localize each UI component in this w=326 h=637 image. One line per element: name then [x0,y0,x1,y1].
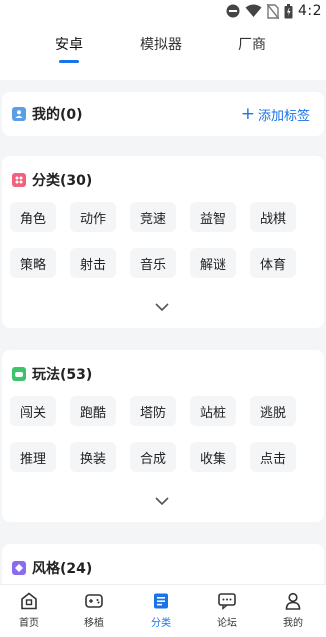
gameplay-chip[interactable]: 合成 [130,442,176,472]
tab-android[interactable]: 安卓 [39,34,99,54]
nav-home[interactable]: 首页 [4,591,54,629]
gameplay-section-icon [12,367,26,381]
add-tag-label: 添加标签 [257,108,310,124]
chevron-down-icon[interactable] [154,302,170,312]
category-chip[interactable]: 竞速 [130,202,176,232]
my-tags-card: 我的(0) + 添加标签 [2,92,324,136]
category-chip[interactable]: 音乐 [130,248,176,278]
status-bar: 4:2 [0,0,326,22]
category-chip[interactable]: 益智 [190,202,236,232]
category-chip[interactable]: 角色 [10,202,56,232]
profile-icon [285,592,301,610]
category-chip[interactable]: 射击 [70,248,116,278]
category-chip[interactable]: 战棋 [250,202,296,232]
gameplay-chip[interactable]: 收集 [190,442,236,472]
my-tags-title: 我的(0) [32,107,83,123]
gameplay-chip[interactable]: 逃脱 [250,396,296,426]
gameplay-chip[interactable]: 站桩 [190,396,236,426]
category-chip[interactable]: 动作 [70,202,116,232]
tab-emulator[interactable]: 模拟器 [131,34,191,54]
gameplay-chip[interactable]: 塔防 [130,396,176,426]
bottom-navigation: 首页 移植 分类 论坛 我的 [0,584,326,637]
status-time: 4:2 [297,3,322,19]
category-section-icon [12,173,26,187]
gameplay-chip[interactable]: 跑酷 [70,396,116,426]
wifi-icon [245,4,262,17]
active-tab-indicator [59,60,79,63]
gameplay-chip[interactable]: 换装 [70,442,116,472]
tab-manufacturer[interactable]: 厂商 [222,34,282,54]
category-icon [154,593,168,609]
category-chip[interactable]: 解谜 [190,248,236,278]
nav-forum[interactable]: 论坛 [202,591,252,629]
category-title: 分类(30) [32,173,93,189]
nav-port[interactable]: 移植 [69,591,119,629]
no-sim-icon [266,3,279,19]
chevron-down-icon[interactable] [154,496,170,506]
battery-icon [284,3,293,18]
gameplay-chip[interactable]: 推理 [10,442,56,472]
gameplay-card: 玩法(53) 闯关 跑酷 塔防 站桩 逃脱 推理 换装 合成 收集 点击 [2,350,324,522]
gamepad-icon [85,594,103,608]
nav-profile[interactable]: 我的 [268,591,318,629]
category-chip[interactable]: 体育 [250,248,296,278]
category-chip[interactable]: 策略 [10,248,56,278]
home-icon [21,592,37,610]
forum-icon [218,593,236,611]
gameplay-chip[interactable]: 点击 [250,442,296,472]
gameplay-chip[interactable]: 闯关 [10,396,56,426]
do-not-disturb-icon [226,4,240,18]
user-tag-icon [12,107,26,121]
gameplay-title: 玩法(53) [32,367,93,383]
platform-tabs: 安卓 模拟器 厂商 [0,22,326,80]
add-tag-button[interactable]: + 添加标签 [241,92,310,136]
plus-icon: + [240,103,255,124]
category-card: 分类(30) 角色 动作 竞速 益智 战棋 策略 射击 音乐 解谜 体育 [2,156,324,328]
nav-category[interactable]: 分类 [136,591,186,629]
style-title: 风格(24) [32,561,93,577]
style-section-icon [12,561,26,575]
